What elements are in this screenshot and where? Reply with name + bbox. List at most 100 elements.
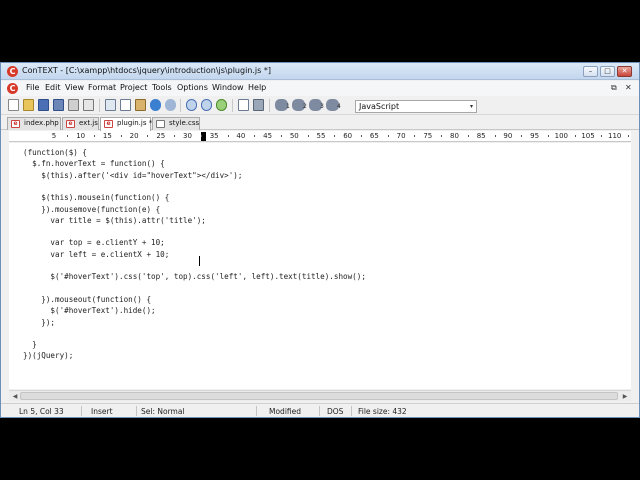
status-bar: Ln 5, Col 33 Insert Sel: Normal Modified…: [1, 403, 639, 417]
ruler-label: 65: [369, 132, 379, 140]
ruler-label: 35: [209, 132, 219, 140]
menu-window[interactable]: Window: [212, 83, 244, 92]
status-separator: [81, 406, 82, 416]
print-icon[interactable]: [68, 99, 79, 111]
mdi-close-icon[interactable]: ✕: [625, 83, 632, 92]
status-separator: [256, 406, 257, 416]
mdi-restore-icon[interactable]: ⧉: [611, 83, 617, 93]
ruler-label: 40: [236, 132, 246, 140]
ruler-label: 50: [289, 132, 299, 140]
ruler-label: 30: [183, 132, 192, 140]
menu-options[interactable]: Options: [177, 83, 208, 92]
menu-tools[interactable]: Tools: [152, 83, 172, 92]
save-all-icon[interactable]: [53, 99, 64, 111]
copy-icon[interactable]: [120, 99, 131, 111]
column-ruler: 5 10 15 20 25 30 35 40 45 50 55 60 65 70 75 80 85 90 95 100…: [9, 131, 631, 142]
ruler-label: 90: [503, 132, 513, 140]
scroll-left-icon[interactable]: ◀: [10, 392, 20, 401]
code-line: var title = $(this).attr('title');: [23, 215, 206, 225]
ruler-label: 15: [102, 132, 112, 140]
tab-label: ext.js: [79, 119, 98, 127]
code-line: (function($) {: [23, 148, 88, 157]
file-size: File size: 432: [358, 407, 407, 416]
ruler-tick: [334, 135, 336, 137]
tab-label: style.css: [169, 119, 200, 127]
menu-format[interactable]: Format: [88, 83, 116, 92]
new-file-icon[interactable]: [8, 99, 19, 111]
file-compare-icon[interactable]: [238, 99, 249, 111]
code-line: }: [23, 340, 37, 350]
php-file-icon: e: [11, 120, 20, 128]
ruler-label: 100: [554, 132, 568, 140]
find-next-icon[interactable]: [201, 99, 212, 111]
document-icon: C: [7, 83, 18, 94]
ruler-tick: [280, 135, 282, 137]
menu-view[interactable]: View: [65, 83, 84, 92]
redo-icon[interactable]: [165, 99, 176, 111]
tab-ext-js[interactable]: e ext.js: [62, 117, 99, 130]
tab-label: index.php: [24, 119, 59, 127]
menu-bar: C File Edit View Format Project Tools Op…: [1, 81, 639, 96]
code-line: $('#hoverText').hide();: [23, 306, 156, 316]
undo-icon[interactable]: [150, 99, 161, 111]
ruler-tick: [254, 135, 256, 137]
language-select[interactable]: JavaScript ▾: [355, 100, 477, 113]
close-button[interactable]: ✕: [617, 66, 632, 77]
scroll-right-icon[interactable]: ▶: [620, 392, 630, 401]
status-separator: [319, 406, 320, 416]
css-file-icon: [156, 120, 165, 128]
cursor-position: Ln 5, Col 33: [19, 407, 64, 416]
ruler-label: 10: [76, 132, 86, 140]
tab-style-css[interactable]: style.css: [152, 117, 200, 130]
save-icon[interactable]: [38, 99, 49, 111]
code-line: $('#hoverText').css('top', top).css('lef…: [23, 272, 366, 282]
ruler-label: 85: [476, 132, 486, 140]
code-line: var left = e.clientX + 10;: [23, 249, 170, 259]
menu-help[interactable]: Help: [248, 83, 266, 92]
chevron-down-icon[interactable]: ▾: [470, 101, 473, 112]
menu-file[interactable]: File: [26, 83, 39, 92]
menu-project[interactable]: Project: [120, 83, 147, 92]
ruler-label: 45: [263, 132, 273, 140]
code-line: $(this).mousein(function() {: [23, 193, 170, 203]
editor-window: C ConTEXT - [C:\xampp\htdocs\jquery\intr…: [0, 62, 640, 418]
js-file-icon: e: [104, 120, 113, 128]
code-line: }).mousemove(function(e) {: [23, 204, 161, 214]
restore-button[interactable]: □: [600, 66, 615, 77]
ruler-label: 70: [396, 132, 406, 140]
ruler-tick: [494, 135, 496, 137]
horizontal-scrollbar[interactable]: ◀ ▶: [9, 390, 631, 401]
find-icon[interactable]: [186, 99, 197, 111]
ruler-label: 55: [316, 132, 326, 140]
user-command-3-label: 3: [320, 103, 324, 110]
tools-icon[interactable]: [253, 99, 264, 111]
menu-edit[interactable]: Edit: [45, 83, 61, 92]
code-line: }).mouseout(function() {: [23, 294, 152, 304]
ruler-tick: [547, 135, 549, 137]
insert-mode: Insert: [91, 407, 113, 416]
line-endings: DOS: [327, 407, 344, 416]
open-folder-icon[interactable]: [23, 99, 34, 111]
ruler-tick: [601, 135, 603, 137]
tab-bar: e index.php e ext.js e plugin.js * style…: [1, 116, 639, 131]
replace-icon[interactable]: [216, 99, 227, 111]
print-preview-icon[interactable]: [83, 99, 94, 111]
user-command-4-label: 4: [337, 103, 341, 110]
window-title: ConTEXT - [C:\xampp\htdocs\jquery\introd…: [22, 66, 271, 75]
user-command-1-label: 1: [286, 103, 290, 110]
title-bar[interactable]: C ConTEXT - [C:\xampp\htdocs\jquery\intr…: [1, 63, 639, 80]
tab-plugin-js[interactable]: e plugin.js *: [100, 117, 152, 131]
paste-icon[interactable]: [135, 99, 146, 111]
language-select-value: JavaScript: [359, 102, 400, 111]
user-command-2-label: 2: [303, 103, 307, 110]
code-editor[interactable]: (function($) { $.fn.hoverText = function…: [9, 143, 631, 389]
ruler-tick: [441, 135, 443, 137]
ruler-tick: [120, 135, 122, 137]
cut-icon[interactable]: [105, 99, 116, 111]
minimize-button[interactable]: –: [583, 66, 598, 77]
ruler-label: 110: [608, 132, 622, 140]
ruler-label: 75: [423, 132, 433, 140]
scrollbar-thumb[interactable]: [20, 392, 618, 400]
tab-index-php[interactable]: e index.php: [7, 117, 61, 130]
ruler-tick: [147, 135, 149, 137]
